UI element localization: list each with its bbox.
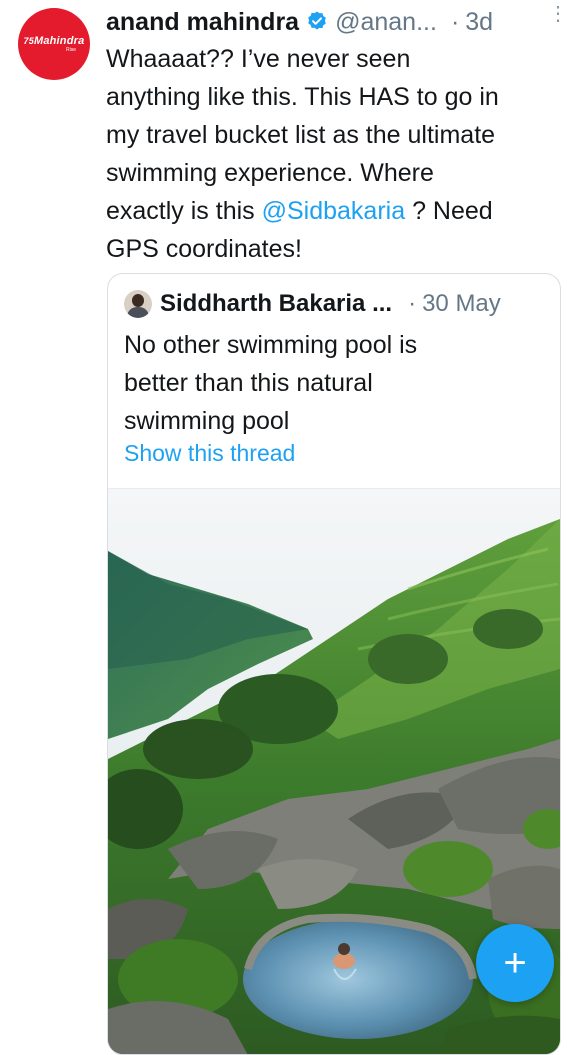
- tweet-text-line: anything like this. This HAS to go in: [106, 83, 499, 111]
- tweet-text-line: Whaaaat?? I’ve never seen: [106, 45, 411, 73]
- quoted-author-avatar[interactable]: [124, 290, 152, 318]
- quoted-tweet-timestamp[interactable]: 30 May: [422, 290, 501, 318]
- more-options-icon[interactable]: ⋮: [548, 4, 568, 24]
- author-avatar[interactable]: 75Mahindra Rise: [18, 8, 90, 80]
- quoted-tweet-header: Siddharth Bakaria ... · 30 May: [124, 288, 546, 320]
- tweet-text-fragment: exactly is this: [106, 197, 262, 225]
- avatar-brand-sub: Rise: [65, 47, 76, 53]
- verified-badge-icon: [305, 10, 329, 34]
- tweet-text-line: exactly is this @Sidbakaria ? Need: [106, 192, 556, 230]
- tweet-text-line: swimming experience. Where: [106, 159, 434, 187]
- show-thread-link[interactable]: Show this thread: [124, 440, 295, 467]
- author-handle[interactable]: @anan...: [335, 8, 437, 37]
- tweet-text-line: GPS coordinates!: [106, 235, 302, 263]
- quoted-text-line: swimming pool: [124, 407, 290, 435]
- quoted-tweet-text: No other swimming pool is better than th…: [124, 326, 544, 440]
- tweet-header: anand mahindra @anan... · 3d: [106, 4, 564, 40]
- quoted-header-separator: ·: [408, 290, 417, 317]
- tweet-text: Whaaaat?? I’ve never seen anything like …: [106, 40, 556, 268]
- quoted-author-name[interactable]: Siddharth Bakaria ...: [160, 290, 392, 318]
- quoted-text-line: better than this natural: [124, 369, 373, 397]
- tweet-text-line: my travel bucket list as the ultimate: [106, 121, 496, 149]
- author-name[interactable]: anand mahindra: [106, 8, 299, 37]
- avatar-brand-logo: 75Mahindra: [23, 35, 85, 47]
- plus-icon: +: [503, 940, 527, 985]
- tweet[interactable]: 75Mahindra Rise anand mahindra @anan... …: [0, 0, 574, 1055]
- compose-tweet-button[interactable]: +: [476, 924, 554, 1002]
- mention-link[interactable]: @Sidbakaria: [262, 197, 406, 225]
- tweet-text-fragment: ? Need: [405, 197, 493, 225]
- tweet-timestamp[interactable]: 3d: [465, 8, 493, 37]
- quoted-text-line: No other swimming pool is: [124, 331, 418, 359]
- header-separator: ·: [450, 7, 460, 36]
